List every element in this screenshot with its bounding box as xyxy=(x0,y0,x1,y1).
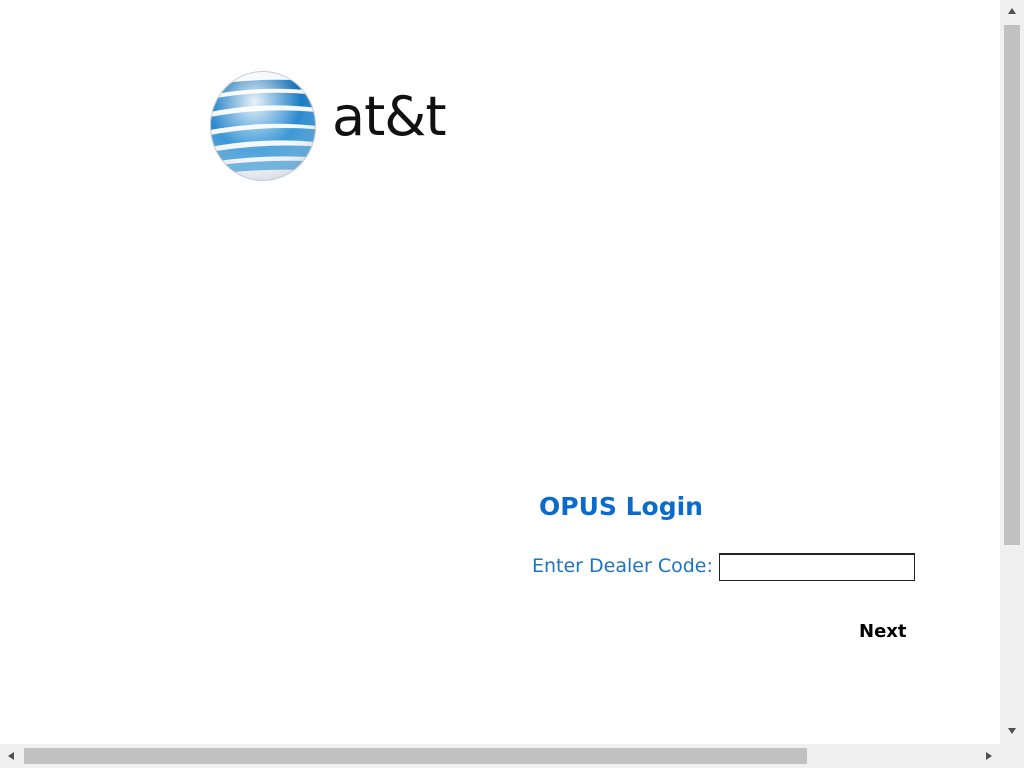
vertical-scrollbar[interactable] xyxy=(1000,0,1024,744)
horizontal-scroll-thumb[interactable] xyxy=(24,748,807,764)
dealer-code-label: Enter Dealer Code: xyxy=(532,555,713,577)
chevron-down-icon[interactable] xyxy=(1000,720,1024,742)
att-wordmark: at&t xyxy=(332,85,447,148)
horizontal-scrollbar[interactable] xyxy=(0,744,1000,768)
next-button[interactable]: Next xyxy=(852,619,914,644)
att-globe-icon xyxy=(210,71,316,181)
page-viewport: at&t OPUS Login Enter Dealer Code: Next xyxy=(0,0,1000,744)
chevron-up-icon[interactable] xyxy=(1000,0,1024,22)
chevron-right-icon[interactable] xyxy=(978,744,1000,768)
vertical-scroll-thumb[interactable] xyxy=(1004,25,1020,545)
dealer-code-input[interactable] xyxy=(719,553,915,581)
scrollbar-corner xyxy=(1000,744,1024,768)
page-title: OPUS Login xyxy=(539,492,703,521)
att-logo: at&t xyxy=(210,70,450,184)
chevron-left-icon[interactable] xyxy=(0,744,22,768)
